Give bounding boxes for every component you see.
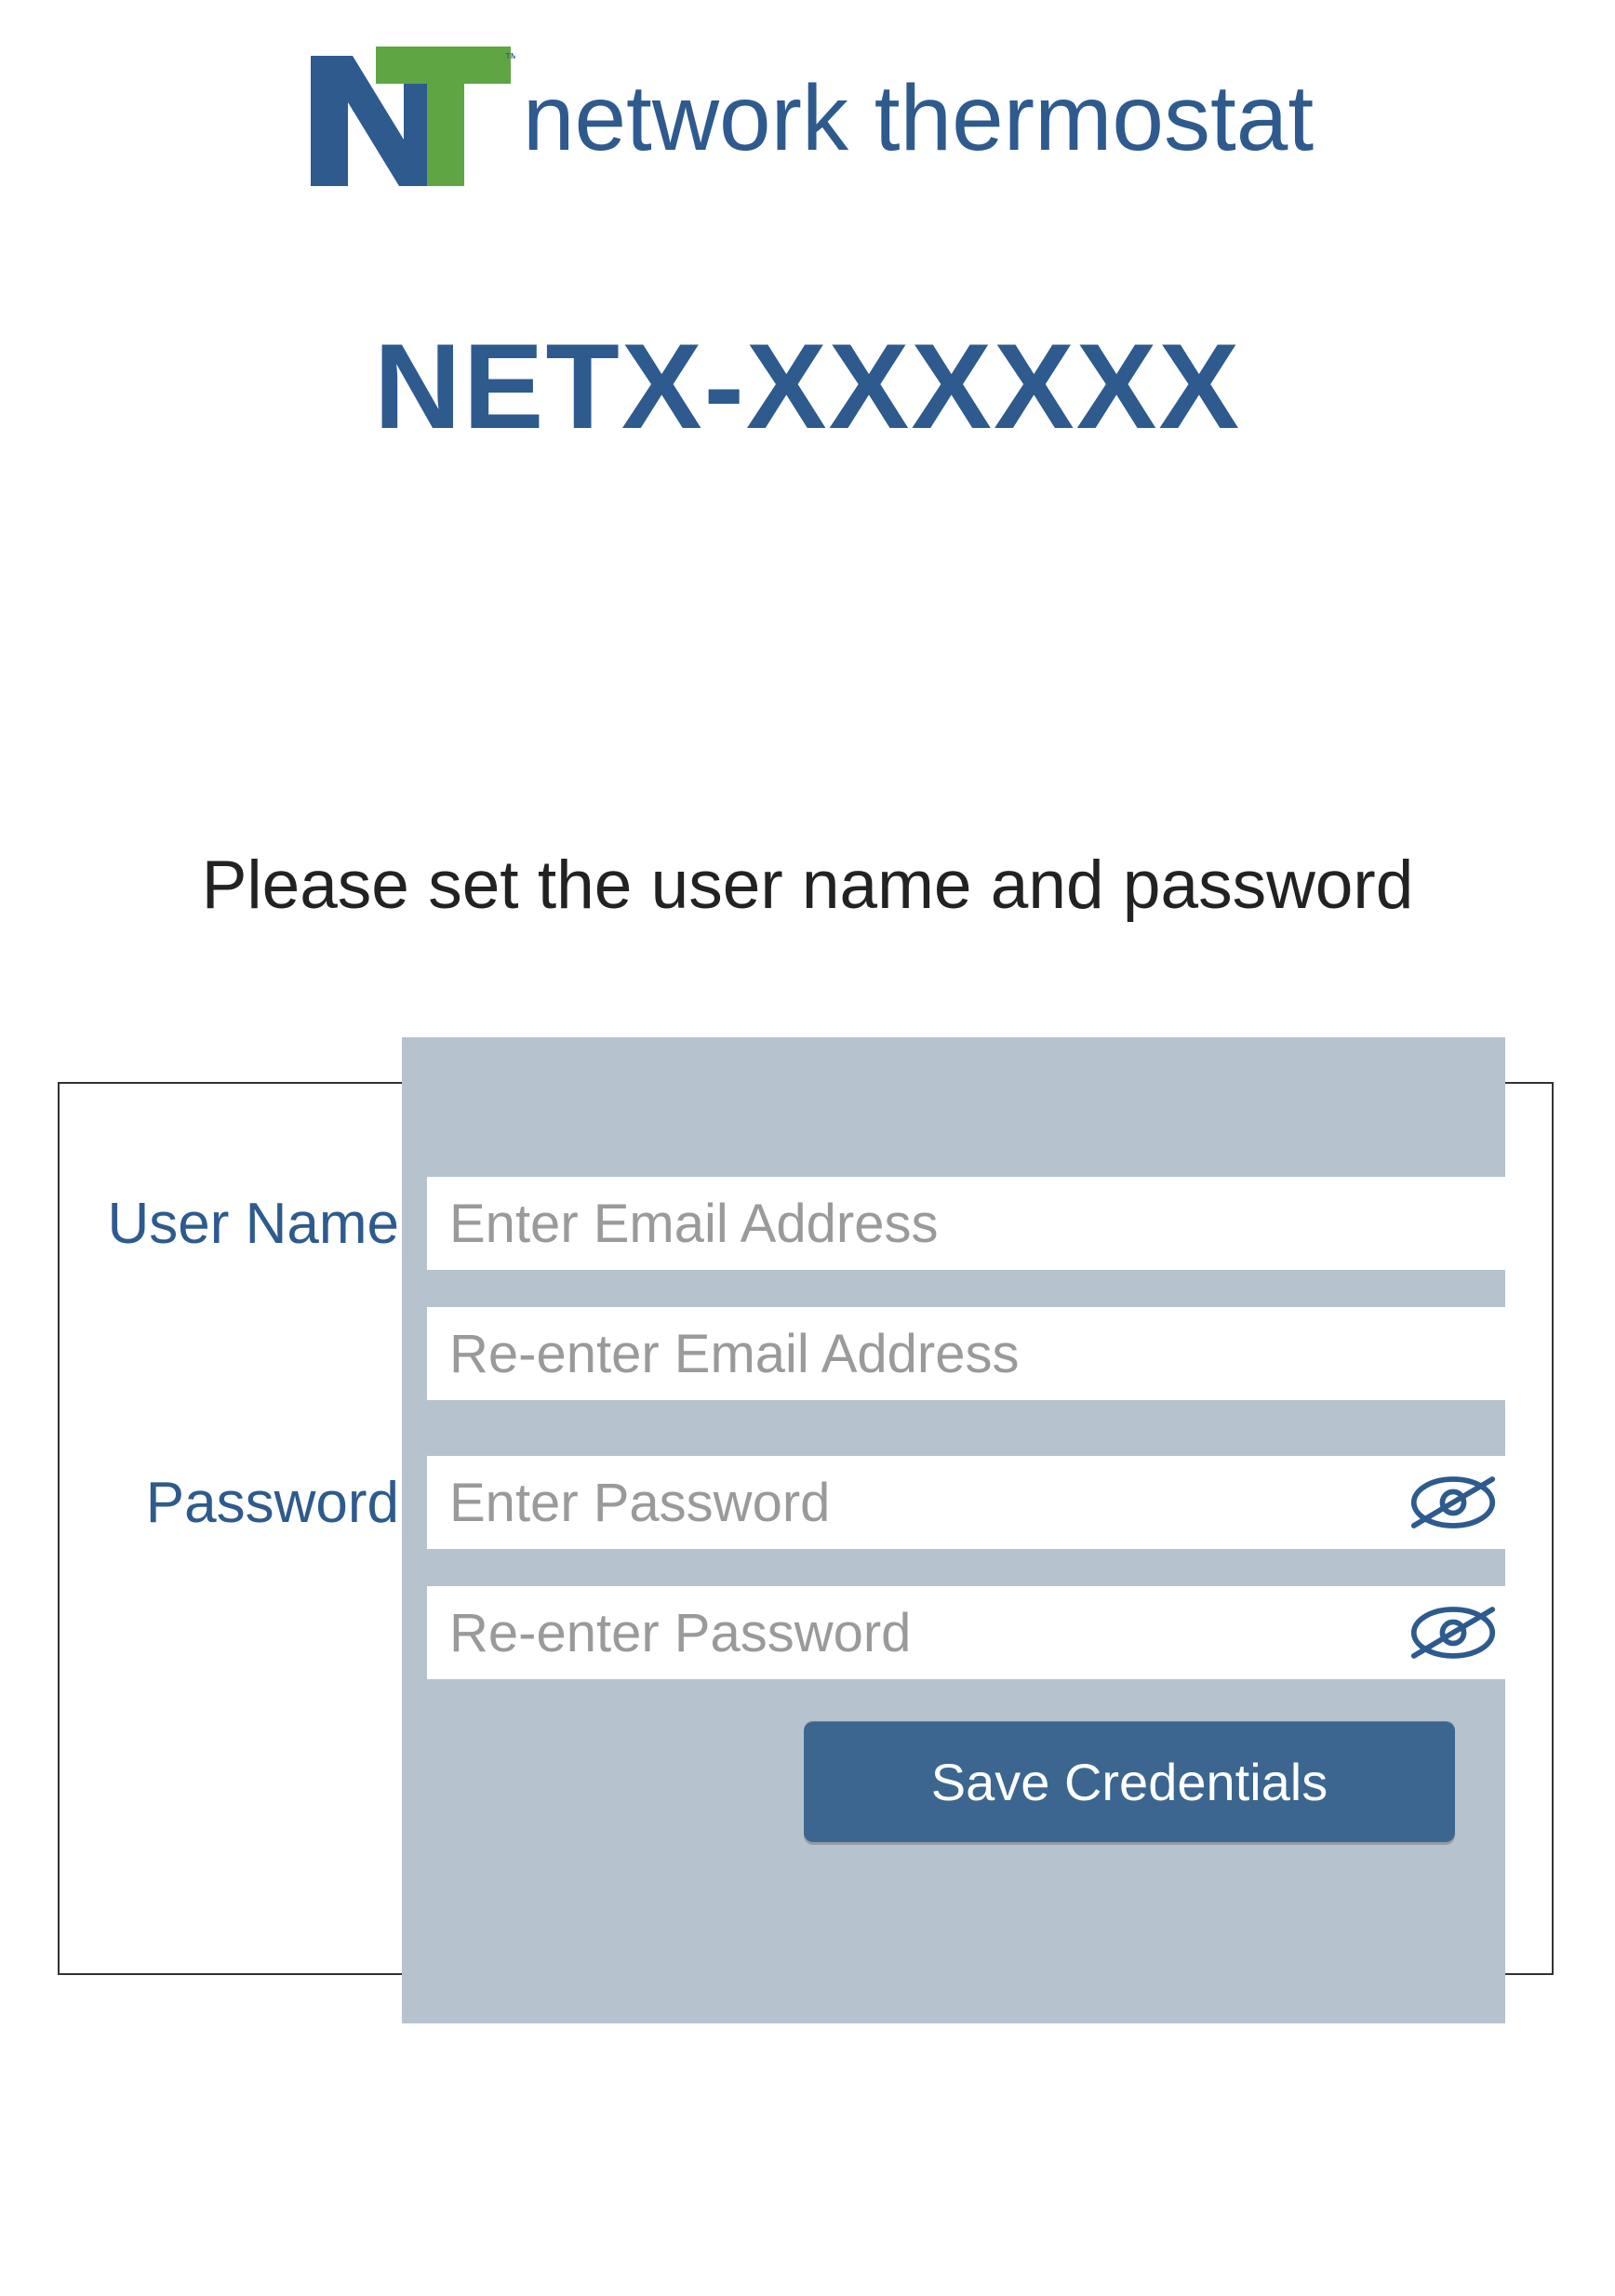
brand-logo: ™ network thermostat [0,37,1615,200]
username-row: User Name [60,1177,1552,1270]
toggle-password-confirm-visibility[interactable] [1397,1586,1509,1679]
email-input[interactable] [427,1177,1509,1270]
eye-off-icon [1408,1603,1498,1662]
username-label: User Name [60,1191,427,1257]
email-confirm-field-wrap [427,1307,1509,1400]
password-label: Password [60,1470,427,1536]
password-input[interactable] [427,1456,1397,1549]
save-credentials-button[interactable]: Save Credentials [804,1721,1455,1842]
credentials-form: User Name Password [58,1082,1554,1975]
nt-mark-icon: ™ [301,37,515,200]
device-id: NETX-XXXXXX [0,316,1615,456]
password-confirm-field-wrap [427,1586,1509,1679]
password-confirm-row [60,1586,1552,1679]
password-row: Password [60,1456,1552,1549]
password-field-wrap [427,1456,1509,1549]
brand-name: network thermostat [523,65,1314,172]
trademark-symbol: ™ [504,51,515,67]
password-confirm-input[interactable] [427,1586,1397,1679]
email-confirm-input[interactable] [427,1307,1509,1400]
toggle-password-visibility[interactable] [1397,1456,1509,1549]
eye-off-icon [1408,1473,1498,1532]
email-field-wrap [427,1177,1509,1270]
instruction-text: Please set the user name and password [0,847,1615,924]
username-confirm-row [60,1307,1552,1400]
